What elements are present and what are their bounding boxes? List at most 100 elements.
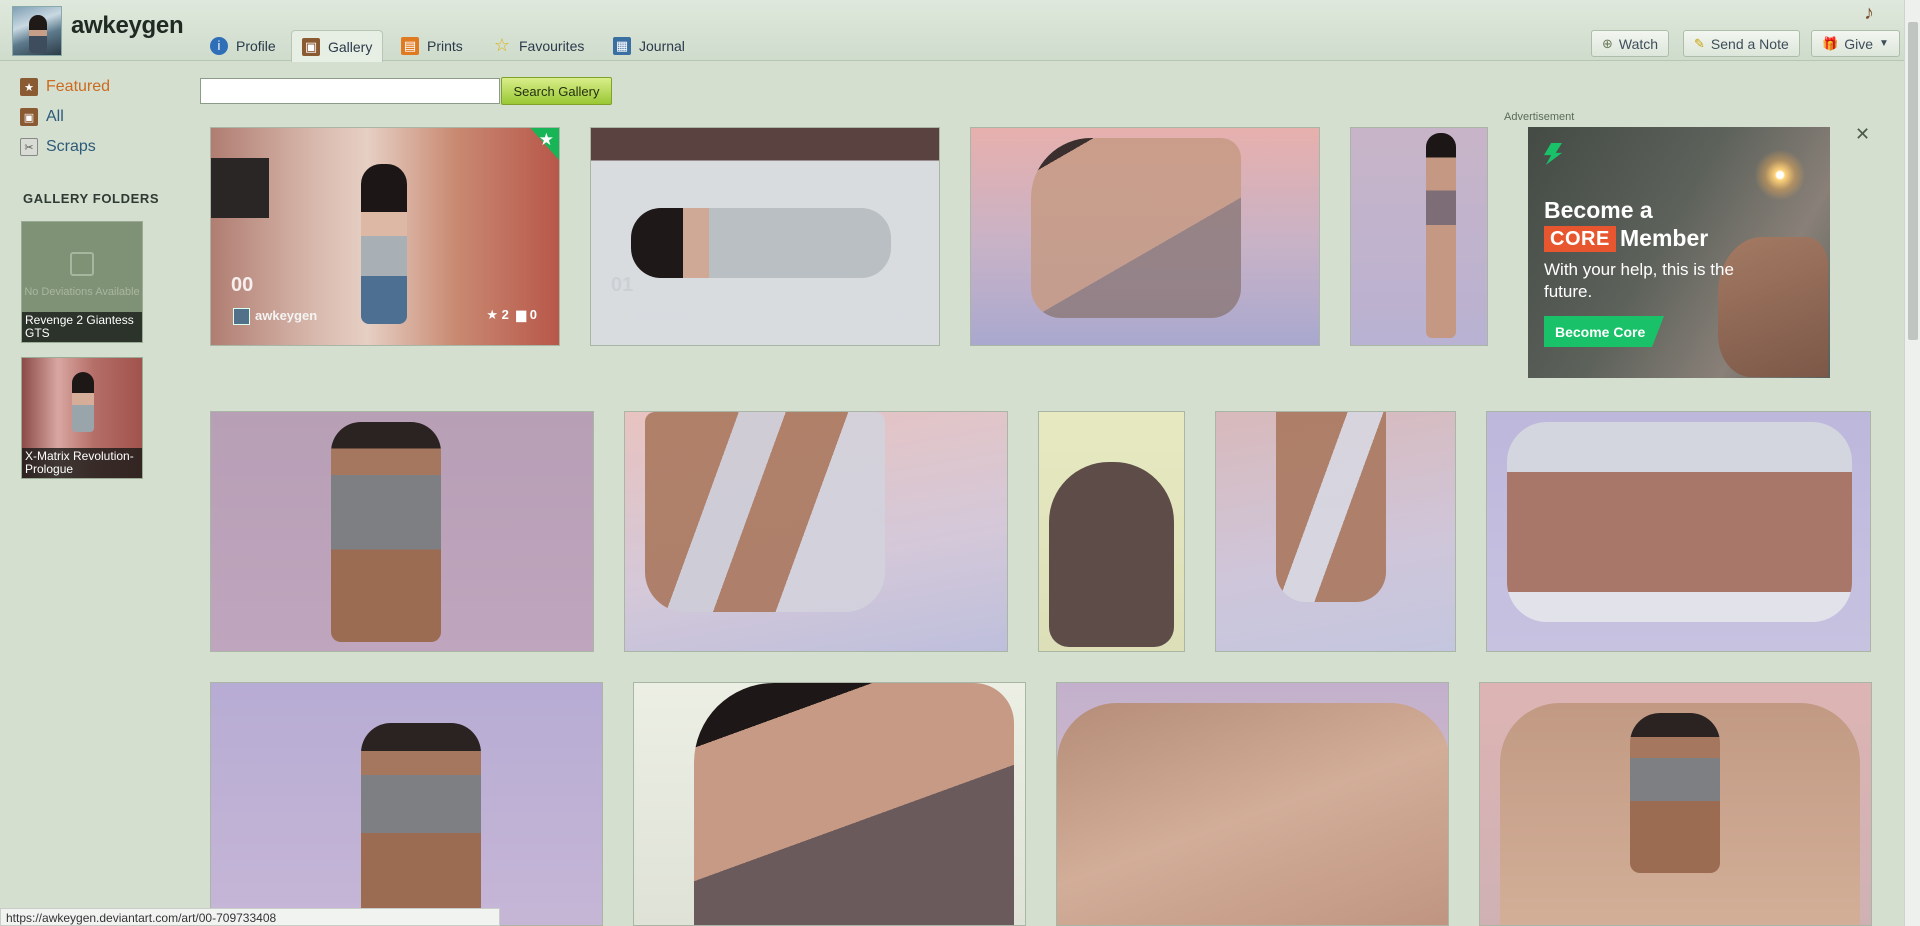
folder-revenge-2[interactable]: No Deviations Available Revenge 2 Giante… bbox=[21, 221, 143, 343]
send-note-label: Send a Note bbox=[1710, 35, 1789, 52]
sidebar-item-label: All bbox=[46, 108, 64, 125]
watch-label: Watch bbox=[1618, 35, 1659, 52]
deviantart-logo-icon bbox=[1544, 143, 1562, 165]
thumb-heels bbox=[1276, 412, 1386, 602]
thumb-figure bbox=[1049, 462, 1174, 647]
header-bar: awkeygen i Profile ▣ Gallery ▤ Prints ☆ … bbox=[0, 0, 1904, 62]
scrollbar-thumb[interactable] bbox=[1908, 22, 1918, 340]
thumb-number: 00 bbox=[231, 274, 254, 296]
gallery-folders-heading: GALLERY FOLDERS bbox=[23, 191, 160, 206]
thumb-tv bbox=[211, 158, 269, 218]
ad-label: Advertisement bbox=[1504, 111, 1575, 123]
sidebar-item-all[interactable]: ▣ All bbox=[20, 108, 64, 126]
tab-gallery[interactable]: ▣ Gallery bbox=[291, 30, 384, 62]
gallery-thumb[interactable] bbox=[1038, 411, 1185, 652]
tab-profile[interactable]: i Profile bbox=[200, 30, 286, 61]
give-button[interactable]: 🎁 Give ▼ bbox=[1811, 30, 1900, 57]
journal-icon: ▦ bbox=[613, 36, 631, 55]
watch-button[interactable]: ⊕ Watch bbox=[1591, 30, 1670, 57]
gallery-thumb[interactable]: 01 awkeygen ★ 1 ▆ 0 bbox=[590, 127, 940, 346]
empty-text: No Deviations Available bbox=[24, 286, 140, 298]
thumb-figure bbox=[361, 723, 481, 923]
comment-icon: ▆ bbox=[516, 307, 527, 322]
gallery-icon: ▣ bbox=[302, 37, 320, 56]
prints-icon: ▤ bbox=[401, 36, 419, 55]
become-core-button[interactable]: Become Core bbox=[1544, 316, 1664, 347]
tab-journal[interactable]: ▦ Journal bbox=[603, 30, 695, 61]
thumb-author[interactable]: awkeygen bbox=[635, 308, 697, 323]
tab-label: Favourites bbox=[519, 37, 585, 54]
sidebar-item-featured[interactable]: ★ Featured bbox=[20, 78, 110, 96]
author-avatar bbox=[233, 308, 250, 325]
hand-graphic bbox=[1718, 237, 1828, 377]
thumb-figure bbox=[1426, 133, 1456, 338]
comment-count: 0 bbox=[909, 307, 917, 322]
gallery-thumb[interactable] bbox=[210, 411, 594, 652]
username-title[interactable]: awkeygen bbox=[71, 12, 184, 40]
user-avatar[interactable] bbox=[12, 6, 62, 56]
gallery-thumb[interactable]: ★ 00 awkeygen ★ 2 ▆ 0 bbox=[210, 127, 560, 346]
thumb-figure bbox=[694, 683, 1014, 925]
sidebar-item-label: Scraps bbox=[46, 138, 96, 155]
ad-member: Member bbox=[1620, 225, 1709, 251]
search-gallery-button[interactable]: Search Gallery bbox=[501, 77, 612, 105]
folder-title: X-Matrix Revolution-Prologue bbox=[22, 448, 142, 478]
favourite-icon: ★ bbox=[486, 307, 499, 322]
send-note-button[interactable]: ✎ Send a Note bbox=[1683, 30, 1800, 57]
gallery-thumb[interactable] bbox=[633, 682, 1026, 926]
gallery-thumb[interactable] bbox=[970, 127, 1320, 346]
search-gallery-input[interactable] bbox=[200, 78, 500, 104]
gallery-thumb[interactable] bbox=[1479, 682, 1872, 926]
vertical-scrollbar[interactable] bbox=[1904, 0, 1920, 926]
favourite-icon: ★ bbox=[866, 307, 879, 322]
thumb-number: 01 bbox=[611, 274, 634, 296]
ad-headline: Become a bbox=[1544, 197, 1653, 223]
thumb-figure bbox=[631, 208, 891, 278]
tab-prints[interactable]: ▤ Prints bbox=[391, 30, 473, 61]
fav-count: 2 bbox=[501, 307, 509, 322]
gallery-thumb[interactable] bbox=[1056, 682, 1449, 926]
guitar-icon[interactable]: ♪ bbox=[1864, 2, 1874, 25]
gallery-thumb[interactable] bbox=[210, 682, 603, 926]
folder-x-matrix[interactable]: X-Matrix Revolution-Prologue bbox=[21, 357, 143, 479]
core-tag: CORE bbox=[1544, 226, 1616, 252]
folder-thumb-figure bbox=[72, 372, 94, 432]
core-membership-ad[interactable]: Become a CORE Member With your help, thi… bbox=[1528, 127, 1830, 378]
thumb-figure bbox=[1630, 713, 1720, 873]
tab-favourites[interactable]: ☆ Favourites bbox=[483, 30, 594, 61]
placeholder-icon bbox=[70, 252, 94, 276]
tab-label: Prints bbox=[427, 37, 463, 54]
thumb-hand bbox=[1057, 703, 1448, 925]
gallery-thumb[interactable] bbox=[1486, 411, 1871, 652]
comment-count: 0 bbox=[529, 307, 537, 322]
info-icon: i bbox=[210, 36, 228, 55]
tab-label: Gallery bbox=[328, 38, 373, 55]
watch-icon: ⊕ bbox=[1602, 35, 1613, 51]
folder-title: Revenge 2 Giantess GTS bbox=[22, 312, 142, 342]
comment-icon: ▆ bbox=[896, 307, 907, 322]
thumb-stats: ★ 2 ▆ 0 bbox=[486, 307, 537, 323]
tab-label: Journal bbox=[639, 37, 685, 54]
star-icon: ☆ bbox=[493, 35, 511, 55]
thumb-figure bbox=[361, 164, 407, 324]
gallery-thumb[interactable] bbox=[624, 411, 1008, 652]
thumb-stats: ★ 1 ▆ 0 bbox=[866, 307, 917, 323]
scraps-icon: ✂ bbox=[20, 138, 38, 156]
ad-subtext: With your help, this is the future. bbox=[1544, 260, 1734, 301]
thumb-figure bbox=[1031, 138, 1241, 318]
all-icon: ▣ bbox=[20, 108, 38, 126]
star-icon: ★ bbox=[538, 130, 554, 149]
status-bar-url: https://awkeygen.deviantart.com/art/00-7… bbox=[0, 908, 500, 926]
thumb-author[interactable]: awkeygen bbox=[255, 308, 317, 323]
fav-count: 1 bbox=[881, 307, 889, 322]
close-icon[interactable]: ✕ bbox=[1855, 124, 1870, 145]
gallery-thumb[interactable] bbox=[1215, 411, 1456, 652]
sparkler-graphic bbox=[1750, 145, 1810, 205]
thumb-figure bbox=[331, 422, 441, 642]
gallery-thumb[interactable] bbox=[1350, 127, 1488, 346]
sidebar-item-label: Featured bbox=[46, 78, 111, 95]
tab-label: Profile bbox=[236, 37, 276, 54]
give-label: Give bbox=[1844, 35, 1873, 52]
sidebar-item-scraps[interactable]: ✂ Scraps bbox=[20, 138, 96, 156]
thumb-foot bbox=[1507, 422, 1852, 622]
